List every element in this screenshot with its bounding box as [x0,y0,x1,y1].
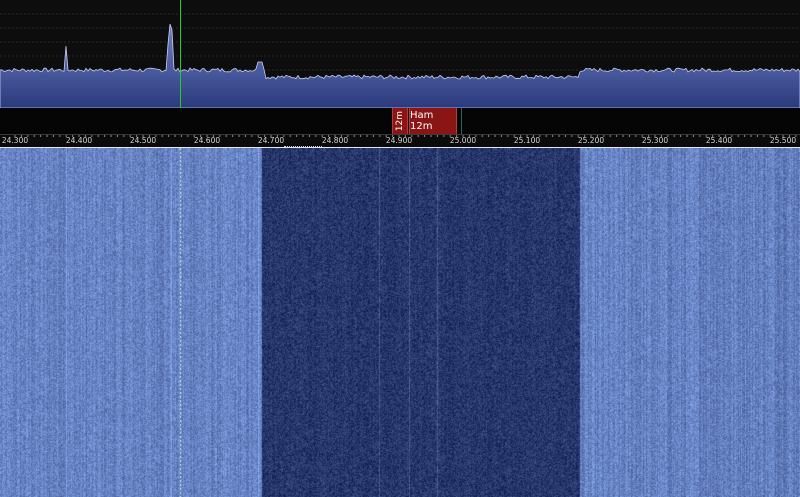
freq-label-24800: 24.800 [321,136,349,145]
freq-label-24400: 24.400 [65,136,93,145]
band-tag-12m-label: 12m [395,110,405,132]
freq-label-25200: 25.200 [577,136,605,145]
freq-label-24900: 24.900 [385,136,413,145]
freq-label-24700: 24.700 [257,136,285,145]
freq-label-25500: 25.500 [769,136,797,145]
freq-label-24300: 24.300 [1,136,29,145]
freq-label-25100: 25.100 [513,136,541,145]
band-edge-marker [461,108,462,134]
waterfall-display[interactable] [0,148,800,497]
band-tag-ham-12m[interactable]: Ham 12m [409,108,457,134]
spectrum-display[interactable] [0,0,800,108]
freq-label-25000: 25.000 [449,136,477,145]
freq-label-25400: 25.400 [705,136,733,145]
tuning-marker[interactable] [180,0,181,108]
freq-label-25300: 25.300 [641,136,669,145]
band-tag-12m[interactable]: 12m [392,108,408,134]
band-plan-bar: 12m Ham 12m [0,108,800,134]
freq-label-24600: 24.600 [193,136,221,145]
band-tag-ham-12m-label: Ham 12m [410,110,434,132]
freq-label-24500: 24.500 [129,136,157,145]
